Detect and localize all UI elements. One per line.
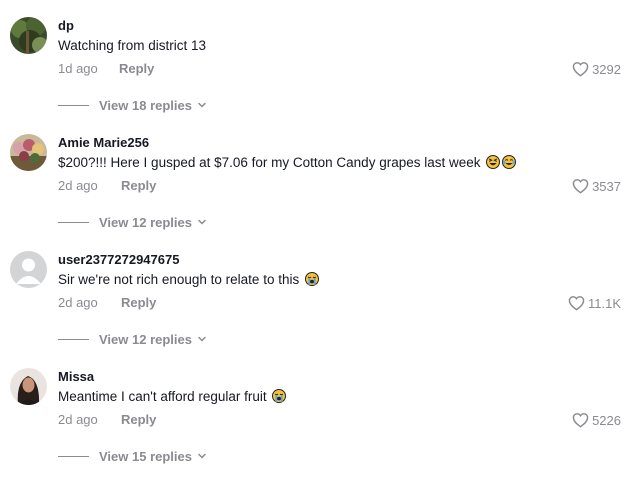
comment-text: Sir we're not rich enough to relate to t…	[58, 272, 300, 287]
heart-outline-icon	[572, 413, 589, 428]
loudly-crying-face-icon	[272, 389, 287, 403]
comment-text: $200?!!! Here I gusped at $7.06 for my C…	[58, 155, 481, 170]
comment-text: Watching from district 13	[58, 38, 207, 53]
like-count: 3292	[592, 61, 621, 77]
comment-text: Meantime I can't afford regular fruit	[58, 389, 267, 404]
like-button[interactable]: 5226	[572, 411, 621, 429]
replies-divider	[58, 221, 89, 223]
tears-of-joy-face-icon	[502, 155, 517, 169]
reply-button[interactable]: Reply	[121, 295, 156, 310]
view-replies-button[interactable]: View 12 replies	[58, 213, 207, 231]
user-avatar[interactable]	[10, 17, 47, 54]
heart-outline-icon	[568, 296, 585, 311]
user-avatar[interactable]	[10, 134, 47, 171]
comment-username[interactable]: user2377272947675	[58, 252, 179, 267]
reply-button[interactable]: Reply	[121, 412, 156, 427]
comment-text-row: $200?!!! Here I gusped at $7.06 for my C…	[58, 154, 517, 171]
like-button[interactable]: 3292	[572, 60, 621, 78]
comment-username[interactable]: dp	[58, 18, 74, 33]
grinning-squinting-face-icon	[486, 155, 501, 169]
heart-outline-icon	[572, 62, 589, 77]
comment-item: Amie Marie256 $200?!!! Here I gusped at …	[0, 134, 634, 251]
view-replies-button[interactable]: View 18 replies	[58, 96, 207, 114]
user-avatar[interactable]	[10, 368, 47, 405]
avatar-image	[10, 368, 47, 405]
replies-divider	[58, 455, 89, 457]
view-replies-label: View 12 replies	[99, 331, 192, 347]
chevron-down-icon	[198, 102, 206, 108]
like-count: 5226	[592, 412, 621, 428]
reply-button[interactable]: Reply	[121, 178, 156, 193]
comment-timestamp: 2d ago	[58, 295, 98, 310]
avatar-image	[10, 134, 47, 171]
comment-username[interactable]: Missa	[58, 369, 94, 384]
comment-item: Missa Meantime I can't afford regular fr…	[0, 368, 634, 480]
default-avatar-icon	[10, 251, 47, 288]
view-replies-label: View 18 replies	[99, 97, 192, 113]
reply-button[interactable]: Reply	[119, 61, 154, 76]
heart-outline-icon	[572, 179, 589, 194]
view-replies-button[interactable]: View 12 replies	[58, 330, 207, 348]
like-count: 11.1K	[587, 295, 621, 311]
comment-text-row: Meantime I can't afford regular fruit	[58, 388, 287, 405]
view-replies-button[interactable]: View 15 replies	[58, 447, 207, 465]
like-button[interactable]: 11.1K	[568, 294, 621, 312]
like-button[interactable]: 3537	[572, 177, 621, 195]
comment-timestamp: 2d ago	[58, 412, 98, 427]
comment-text-row: Sir we're not rich enough to relate to t…	[58, 271, 319, 288]
avatar-image	[10, 17, 47, 54]
comment-timestamp: 2d ago	[58, 178, 98, 193]
loudly-crying-face-icon	[304, 272, 319, 286]
comment-item: user2377272947675 Sir we're not rich eno…	[0, 251, 634, 368]
comment-timestamp: 1d ago	[58, 61, 98, 76]
user-avatar[interactable]	[10, 251, 47, 288]
replies-divider	[58, 338, 89, 340]
like-count: 3537	[592, 178, 621, 194]
view-replies-label: View 15 replies	[99, 448, 192, 464]
replies-divider	[58, 104, 89, 106]
chevron-down-icon	[198, 453, 206, 459]
comment-item: dp Watching from district 13 1d ago Repl…	[0, 17, 634, 134]
chevron-down-icon	[198, 219, 206, 225]
chevron-down-icon	[198, 336, 206, 342]
view-replies-label: View 12 replies	[99, 214, 192, 230]
comment-username[interactable]: Amie Marie256	[58, 135, 149, 150]
